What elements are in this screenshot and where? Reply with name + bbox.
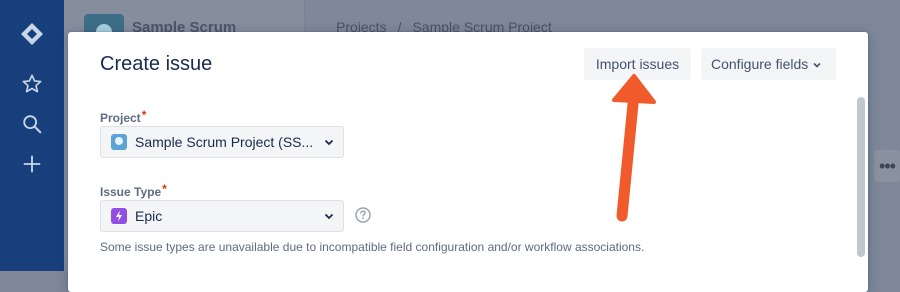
modal-scrollbar-thumb[interactable] bbox=[857, 97, 865, 257]
star-icon[interactable] bbox=[16, 68, 48, 100]
modal-title: Create issue bbox=[100, 53, 213, 75]
create-issue-modal: Create issue Import issues Configure fie… bbox=[68, 32, 868, 292]
issue-type-label-text: Issue Type bbox=[100, 185, 162, 199]
configure-fields-label: Configure fields bbox=[711, 56, 809, 72]
issue-type-helper-text: Some issue types are unavailable due to … bbox=[100, 240, 645, 254]
required-marker: * bbox=[162, 182, 167, 196]
configure-fields-button[interactable]: Configure fields bbox=[701, 48, 836, 80]
issue-type-field-label: Issue Type* bbox=[100, 182, 167, 199]
plus-icon[interactable] bbox=[16, 148, 48, 180]
project-field-label: Project* bbox=[100, 108, 147, 125]
jira-logo-icon[interactable] bbox=[16, 18, 48, 50]
epic-lightning-icon bbox=[111, 208, 127, 224]
chevron-down-icon bbox=[323, 209, 335, 225]
annotation-arrow-icon bbox=[612, 74, 656, 222]
more-actions-button[interactable]: ••• bbox=[874, 150, 900, 182]
project-avatar-icon bbox=[111, 134, 127, 150]
help-question-icon[interactable] bbox=[355, 207, 371, 223]
required-marker: * bbox=[141, 108, 147, 122]
global-navigation bbox=[0, 0, 64, 271]
project-label-text: Project bbox=[100, 111, 141, 125]
project-select-value: Sample Scrum Project (SS... bbox=[135, 134, 314, 150]
chevron-down-icon bbox=[812, 49, 822, 81]
issue-type-select[interactable]: Epic bbox=[100, 200, 344, 232]
chevron-down-icon bbox=[323, 135, 335, 151]
search-icon[interactable] bbox=[16, 108, 48, 140]
project-select[interactable]: Sample Scrum Project (SS... bbox=[100, 126, 344, 158]
issue-type-select-value: Epic bbox=[135, 208, 163, 224]
